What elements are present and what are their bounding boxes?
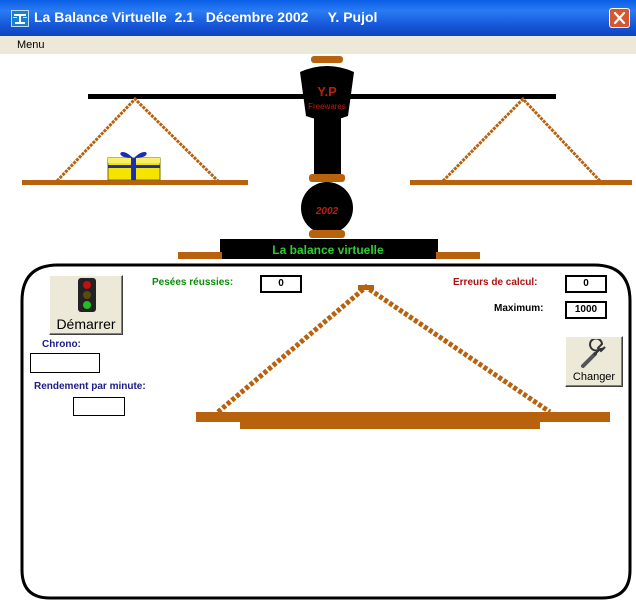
year-label: 2002 [315,206,339,217]
post-upper [314,110,341,180]
panel-pan [196,412,610,422]
top-cap [311,56,343,63]
logo-initials: Y.P [317,84,337,99]
right-pan-strings [441,96,602,183]
wrench-icon [581,339,606,368]
panel-pan-bottom [240,422,540,429]
start-button[interactable]: Démarrer [49,275,123,335]
error-count-label: Erreurs de calcul: [453,277,538,288]
chrono-label: Chrono: [42,339,81,350]
rate-per-minute-field [73,397,125,416]
mid-cap [309,174,345,182]
traffic-light-icon [78,278,96,312]
right-pan [410,180,632,185]
change-button-label: Changer [572,371,616,383]
left-pan [22,180,248,185]
chrono-field [30,353,100,373]
panel-pan-top [358,285,374,290]
rate-per-minute-label: Rendement par minute: [34,381,146,392]
change-button[interactable]: Changer [565,336,623,387]
banner-title: La balance virtuelle [272,243,384,257]
gift-icon [107,152,161,181]
start-button-label: Démarrer [56,316,116,332]
success-count-label: Pesées réussies: [152,277,234,288]
application-window: La Balance Virtuelle 2.1 Décembre 2002 Y… [0,0,636,603]
success-count-value: 0 [260,275,302,293]
maximum-value[interactable]: 1000 [565,301,607,319]
lower-cap [309,230,345,238]
base-foot-left [178,252,222,259]
logo-subtitle: Freewares [308,102,346,111]
base-foot-right [436,252,480,259]
error-count-value: 0 [565,275,607,293]
maximum-label: Maximum: [494,303,544,314]
